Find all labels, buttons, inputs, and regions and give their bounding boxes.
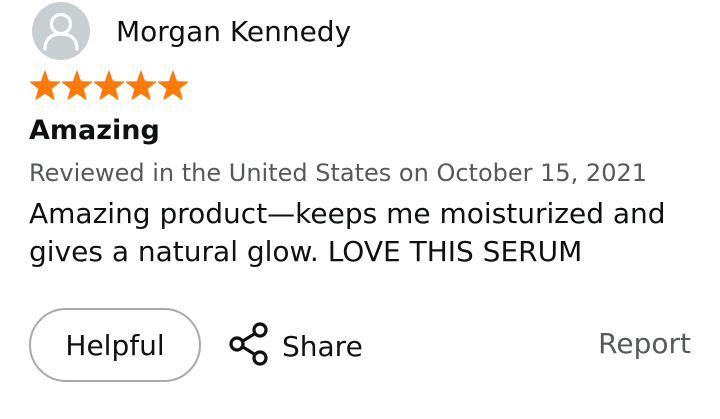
star-filled-icon xyxy=(157,70,189,100)
share-label: Share xyxy=(282,329,363,363)
star-filled-icon xyxy=(61,70,93,100)
customer-review: Morgan Kennedy Amazing Reviewed in the U… xyxy=(0,0,720,419)
share-button[interactable]: Share xyxy=(228,318,363,374)
review-actions: Helpful Share Report xyxy=(0,308,720,384)
review-title: Amazing xyxy=(29,115,160,146)
star-filled-icon xyxy=(29,70,61,100)
star-rating xyxy=(29,70,189,102)
reviewer-profile[interactable]: Morgan Kennedy xyxy=(32,2,352,60)
share-icon xyxy=(228,322,270,370)
review-body: Amazing product—keeps me moisturized and… xyxy=(29,197,666,268)
person-avatar-icon xyxy=(32,2,90,60)
review-date-location: Reviewed in the United States on October… xyxy=(29,159,647,187)
star-filled-icon xyxy=(125,70,157,100)
helpful-button[interactable]: Helpful xyxy=(29,308,201,382)
star-filled-icon xyxy=(93,70,125,100)
report-link[interactable]: Report xyxy=(598,327,691,360)
reviewer-name: Morgan Kennedy xyxy=(116,14,352,48)
